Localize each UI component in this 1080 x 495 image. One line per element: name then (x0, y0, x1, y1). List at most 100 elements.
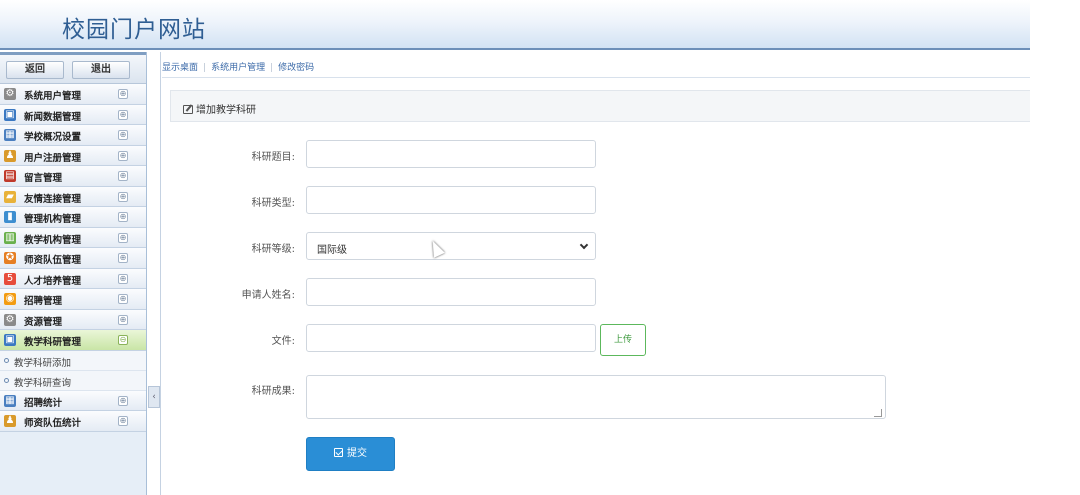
collapse-icon[interactable]: ⊖ (118, 335, 128, 345)
expand-icon[interactable]: ⊕ (118, 232, 128, 243)
research-level-label: 科研等级: (251, 244, 295, 255)
badge-icon: ✪ (4, 252, 16, 264)
research-title-input[interactable] (306, 140, 596, 168)
expand-icon[interactable]: ⊕ (118, 109, 128, 120)
research-result-label: 科研成果: (251, 386, 295, 397)
sidebar-item[interactable]: ▣ 新闻数据管理 ⊕ (0, 104, 146, 125)
sidebar-item[interactable]: ⚙ 系统用户管理 ⊕ (0, 84, 146, 105)
sidebar-item-label: 教学机构管理 (24, 234, 82, 246)
panel-title-text: 增加教学科研 (196, 105, 256, 116)
sidebar-subitem-label: 教学科研查询 (14, 377, 72, 389)
user-icon: ♟ (4, 149, 16, 162)
sidebar-menu: ⚙ 系统用户管理 ⊕ ▣ 新闻数据管理 ⊕ ▦ 学校概况设置 ⊕ ♟ 用户注册管理 ⊕ ▤ 留言管理 ⊕ ▰ 友… (0, 84, 146, 432)
number-icon: 5 (4, 272, 16, 285)
sidebar-item-label: 招聘管理 (24, 296, 63, 307)
sidebar-item-label: 学校概况设置 (24, 132, 82, 143)
research-level-select[interactable]: 国际级 (306, 232, 596, 260)
breadcrumb-separator: | (270, 63, 274, 73)
breadcrumb-change-password[interactable]: 修改密码 (278, 63, 314, 73)
expand-icon[interactable]: ⊕ (118, 395, 128, 406)
sidebar-item[interactable]: ✪ 师资队伍管理 ⊕ (0, 248, 146, 269)
breadcrumb: 显示桌面 | 系统用户管理 | 修改密码 (162, 60, 1030, 78)
expand-icon[interactable]: ⊕ (118, 130, 128, 140)
sidebar-item[interactable]: ▦ 招聘统计 ⊕ (0, 390, 146, 411)
sidebar-item[interactable]: ▦ 学校概况设置 ⊕ (0, 125, 146, 146)
research-result-textarea[interactable] (306, 375, 886, 419)
check-icon (334, 448, 343, 457)
breadcrumb-separator: | (203, 63, 207, 73)
sidebar-item-label: 管理机构管理 (24, 214, 82, 225)
sidebar-item-label: 教学科研管理 (24, 337, 82, 348)
expand-icon[interactable]: ⊕ (118, 273, 128, 284)
expand-icon[interactable]: ⊕ (118, 191, 128, 202)
monitor-icon: ▣ (4, 108, 16, 121)
panel-title: 增加教学科研 (183, 101, 256, 116)
sidebar-item[interactable]: ⚙ 资源管理 ⊕ (0, 309, 146, 330)
table-icon: ▦ (4, 129, 16, 141)
expand-icon[interactable]: ⊕ (118, 416, 128, 426)
sidebar-item-label: 人才培养管理 (24, 275, 82, 287)
file-input[interactable] (306, 324, 596, 352)
sidebar-subitem-label: 教学科研添加 (14, 357, 72, 369)
sidebar-top-buttons: 返回 退出 (0, 52, 146, 84)
upload-button[interactable]: 上传 (600, 324, 646, 356)
sidebar-item[interactable]: 5 人才培养管理 ⊕ (0, 268, 146, 289)
message-icon: ▤ (4, 170, 16, 182)
bar-chart-icon: ▮ (4, 211, 16, 223)
page-header: 校园门户网站 (0, 0, 1030, 50)
sidebar-item[interactable]: ◉ 招聘管理 ⊕ (0, 289, 146, 310)
expand-icon[interactable]: ⊕ (118, 150, 128, 161)
gear-icon: ⚙ (4, 88, 16, 100)
expand-icon[interactable]: ⊕ (118, 253, 128, 263)
exit-button[interactable]: 退出 (72, 61, 130, 79)
sidebar-item-label: 资源管理 (24, 316, 63, 328)
research-title-label: 科研题目: (251, 152, 295, 163)
applicant-name-label: 申请人姓名: (241, 290, 295, 301)
bullet-icon (4, 377, 9, 383)
expand-icon[interactable]: ⊕ (118, 314, 128, 325)
bullet-icon (4, 357, 9, 363)
expand-icon[interactable]: ⊕ (118, 212, 128, 222)
research-level-value: 国际级 (317, 245, 347, 256)
sidebar-collapse-handle[interactable]: ‹ (148, 386, 160, 408)
table-icon: ▦ (4, 394, 16, 407)
submit-button[interactable]: 提交 (306, 437, 395, 471)
back-button[interactable]: 返回 (6, 61, 64, 79)
sidebar-item[interactable]: ▤ 留言管理 ⊕ (0, 166, 146, 187)
board-icon: ▥ (4, 231, 16, 244)
sidebar-item-label: 留言管理 (24, 173, 63, 184)
file-label: 文件: (271, 336, 295, 347)
circle-icon: ◉ (4, 293, 16, 305)
sidebar-item-label: 师资队伍统计 (24, 418, 82, 429)
site-title: 校园门户网站 (62, 17, 206, 43)
breadcrumb-desktop[interactable]: 显示桌面 (162, 63, 198, 73)
edit-icon (183, 105, 193, 114)
research-type-input[interactable] (306, 186, 596, 214)
expand-icon[interactable]: ⊕ (118, 89, 128, 99)
expand-icon[interactable]: ⊕ (118, 171, 128, 181)
sidebar-item[interactable]: ♟ 师资队伍统计 ⊕ (0, 411, 146, 432)
expand-icon[interactable]: ⊕ (118, 294, 128, 304)
user-icon: ♟ (4, 415, 16, 427)
sidebar-item-label: 友情连接管理 (24, 193, 82, 205)
sidebar-item[interactable]: ♟ 用户注册管理 ⊕ (0, 145, 146, 166)
sidebar-item[interactable]: ▥ 教学机构管理 ⊕ (0, 227, 146, 248)
sidebar-subitem[interactable]: 教学科研添加 (0, 350, 146, 371)
sidebar: 返回 退出 ⚙ 系统用户管理 ⊕ ▣ 新闻数据管理 ⊕ ▦ 学校概况设置 ⊕ ♟ 用户注册管理 ⊕ ▤ 留… (0, 52, 147, 495)
folder-icon: ▰ (4, 190, 16, 203)
sidebar-item[interactable]: ▰ 友情连接管理 ⊕ (0, 186, 146, 207)
sidebar-item-label: 用户注册管理 (24, 152, 82, 164)
breadcrumb-user-management[interactable]: 系统用户管理 (211, 63, 265, 73)
applicant-name-input[interactable] (306, 278, 596, 306)
resize-grip-icon[interactable] (874, 409, 882, 417)
sidebar-item-label: 新闻数据管理 (24, 111, 82, 123)
panel-title-bar: 增加教学科研 (170, 90, 1030, 122)
sidebar-item[interactable]: ▣ 教学科研管理 ⊖ (0, 330, 146, 351)
sidebar-subitem[interactable]: 教学科研查询 (0, 370, 146, 391)
research-type-label: 科研类型: (251, 198, 295, 209)
sidebar-item[interactable]: ▮ 管理机构管理 ⊕ (0, 207, 146, 228)
chevron-down-icon (579, 240, 589, 250)
sidebar-item-label: 系统用户管理 (24, 91, 82, 102)
monitor-icon: ▣ (4, 334, 16, 346)
sidebar-item-label: 招聘统计 (24, 397, 63, 409)
